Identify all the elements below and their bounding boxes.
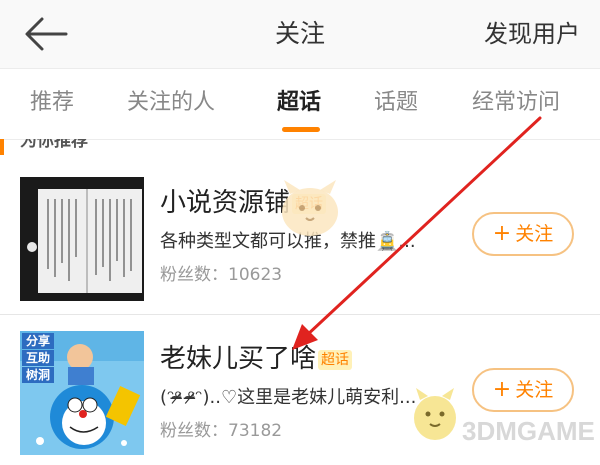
thumbnail-tag: 树洞	[22, 367, 54, 383]
tab-recommend[interactable]: 推荐	[30, 87, 74, 119]
active-tab-indicator	[282, 127, 320, 132]
topic-thumbnail: 分享 互助 树洞	[20, 331, 144, 455]
topic-description: 各种类型文都可以推，禁推🚊...	[160, 231, 416, 252]
topic-name[interactable]: 小说资源铺	[160, 188, 290, 218]
back-arrow-icon[interactable]	[22, 14, 68, 54]
follow-button[interactable]: + 关注	[472, 368, 574, 412]
fans-value: 10623	[228, 265, 283, 285]
topic-thumbnail	[20, 177, 144, 301]
follow-label: 关注	[515, 379, 554, 401]
section-header: 为你推荐	[0, 139, 600, 161]
thumbnail-tags: 分享 互助 树洞	[22, 333, 54, 383]
tab-super-topics[interactable]: 超话	[277, 87, 321, 119]
fans-value: 73182	[228, 421, 283, 441]
plus-icon: +	[492, 377, 512, 402]
list-item[interactable]: 分享 互助 树洞 老妹儿买了啥 超话 (ᵔᵒ̴̶̷ ᵒ̴̶̷ᵔ)..♡这里是老妹儿…	[0, 315, 600, 465]
thumbnail-tag: 互助	[22, 350, 54, 366]
fans-label: 粉丝数：	[160, 421, 228, 441]
topic-name-row: 老妹儿买了啥 超话	[160, 342, 353, 376]
follow-label: 关注	[515, 223, 554, 245]
fans-count: 粉丝数：10623	[160, 263, 282, 287]
top-bar: 关注 发现用户	[0, 0, 600, 68]
tab-frequently-visited[interactable]: 经常访问	[472, 87, 560, 119]
topic-name-row: 小说资源铺 超话	[160, 186, 327, 220]
follow-button[interactable]: + 关注	[472, 212, 574, 256]
thumbnail-tag: 分享	[22, 333, 54, 349]
tab-bar: 推荐 关注的人 超话 话题 经常访问	[0, 68, 600, 140]
discover-users-button[interactable]: 发现用户	[484, 14, 580, 54]
list-item[interactable]: 小说资源铺 超话 各种类型文都可以推，禁推🚊... 粉丝数：10623 + 关注	[0, 162, 600, 312]
fans-count: 粉丝数：73182	[160, 419, 282, 443]
topic-description: (ᵔᵒ̴̶̷ ᵒ̴̶̷ᵔ)..♡这里是老妹儿萌安利...	[160, 387, 417, 408]
tab-topics[interactable]: 话题	[374, 87, 418, 119]
section-label: 为你推荐	[20, 139, 88, 151]
super-topic-badge: 超话	[318, 350, 353, 370]
book-page-photo-icon	[20, 177, 144, 301]
plus-icon: +	[492, 221, 512, 246]
section-marker	[0, 139, 4, 155]
fans-label: 粉丝数：	[160, 265, 228, 285]
tab-following-people[interactable]: 关注的人	[127, 87, 215, 119]
super-topic-badge: 超话	[292, 194, 327, 214]
topic-name[interactable]: 老妹儿买了啥	[160, 344, 316, 374]
